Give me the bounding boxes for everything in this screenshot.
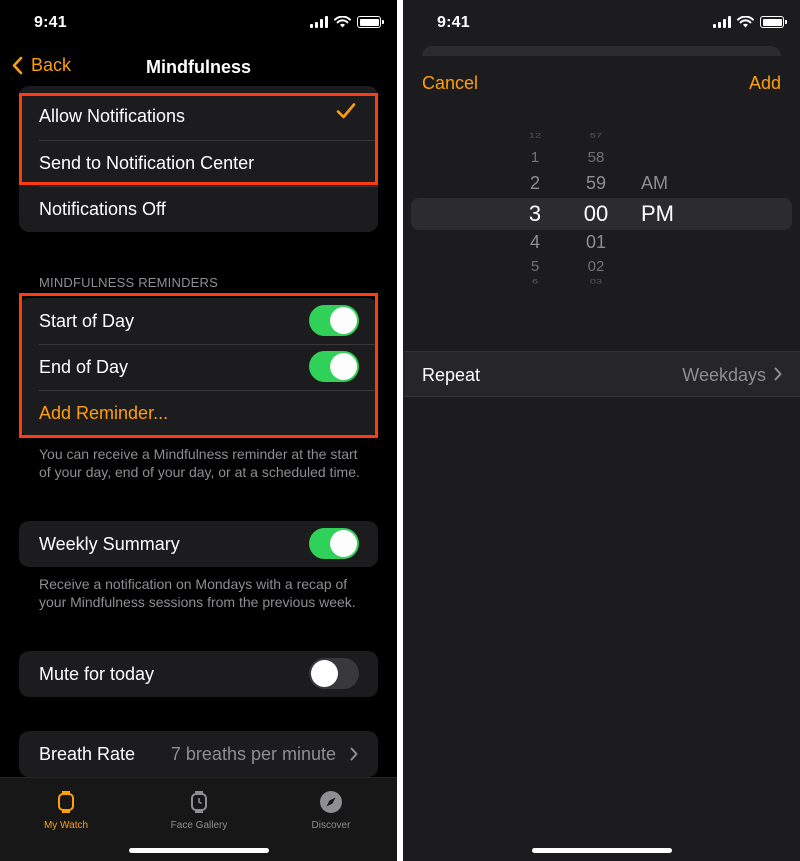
time-picker[interactable]: 12 1 2 3 4 5 6 57 58 59 00 01 02 03 AM P… — [403, 126, 800, 306]
picker-hour: 6 — [531, 278, 539, 286]
picker-hour: 4 — [529, 232, 540, 252]
option-notifications-off[interactable]: Notifications Off — [19, 186, 378, 232]
tab-my-watch[interactable]: My Watch — [6, 790, 126, 831]
picker-minute-selected: 00 — [583, 201, 609, 226]
picker-minute: 02 — [587, 258, 605, 275]
tab-label: Face Gallery — [170, 820, 228, 831]
tab-discover[interactable]: Discover — [271, 790, 391, 831]
repeat-row[interactable]: Repeat Weekdays — [403, 351, 800, 397]
watch-face-icon — [191, 791, 207, 813]
breath-rate-row[interactable]: Breath Rate 7 breaths per minute — [19, 731, 378, 777]
highlight-box — [19, 93, 378, 185]
picker-hour: 12 — [528, 132, 542, 140]
option-label: Notifications Off — [39, 198, 166, 219]
reminders-footer: You can receive a Mindfulness reminder a… — [39, 446, 360, 480]
wifi-icon — [334, 16, 351, 28]
picker-minute: 01 — [585, 232, 607, 252]
tab-face-gallery[interactable]: Face Gallery — [139, 790, 259, 831]
add-reminder-sheet: Cancel Add 12 1 2 3 4 5 6 57 58 59 00 01… — [403, 56, 800, 861]
picker-minute: 59 — [585, 173, 607, 193]
mute-card: Mute for today — [19, 651, 378, 697]
chevron-right-icon — [350, 747, 358, 761]
mute-toggle[interactable] — [309, 658, 359, 689]
right-phone-screen: 9:41 Cancel Add 12 1 2 3 4 5 6 57 58 59 … — [403, 0, 800, 861]
row-label: Weekly Summary — [39, 533, 180, 554]
picker-hour: 2 — [529, 173, 540, 193]
status-bar: 9:41 — [403, 0, 800, 46]
tab-bar: My Watch Face Gallery Discover — [0, 777, 397, 861]
row-label: Breath Rate — [39, 743, 136, 764]
cellular-signal-icon — [310, 16, 328, 28]
row-label: Mute for today — [39, 663, 155, 684]
left-phone-screen: 9:41 Back Mindfulness Allow Notification… — [0, 0, 397, 861]
picker-minute: 58 — [587, 149, 605, 166]
picker-hour: 1 — [530, 149, 540, 166]
weekly-summary-toggle[interactable] — [309, 528, 359, 559]
weekly-summary-card: Weekly Summary — [19, 521, 378, 567]
home-indicator — [128, 848, 269, 853]
status-time: 9:41 — [437, 14, 470, 31]
tab-label: Discover — [311, 820, 351, 831]
picker-am[interactable]: AM — [641, 173, 668, 194]
weekly-summary-row: Weekly Summary — [19, 521, 378, 567]
highlight-box — [19, 293, 378, 438]
picker-hour-selected: 3 — [528, 201, 542, 226]
picker-pm-selected[interactable]: PM — [641, 201, 674, 227]
picker-hour: 5 — [530, 258, 540, 275]
battery-icon — [760, 16, 787, 28]
status-time: 9:41 — [34, 14, 67, 31]
repeat-value: Weekdays — [682, 365, 766, 385]
repeat-label: Repeat — [422, 365, 481, 385]
tab-label: My Watch — [43, 820, 89, 831]
watch-outline-icon — [58, 791, 74, 813]
breath-rate-card: Breath Rate 7 breaths per minute — [19, 731, 378, 777]
page-title: Mindfulness — [145, 57, 251, 77]
nav-bar: Back Mindfulness — [0, 46, 397, 90]
chevron-right-icon — [774, 367, 782, 381]
battery-icon — [357, 16, 384, 28]
picker-minute: 03 — [589, 278, 603, 286]
compass-icon — [320, 791, 342, 813]
add-button[interactable]: Add — [749, 73, 781, 94]
status-bar: 9:41 — [0, 0, 397, 46]
wifi-icon — [737, 16, 754, 28]
reminders-section-header: MINDFULNESS REMINDERS — [39, 275, 218, 290]
home-indicator — [531, 848, 672, 853]
breath-rate-value: 7 breaths per minute — [170, 743, 336, 764]
picker-minute: 57 — [589, 132, 603, 140]
weekly-summary-footer: Receive a notification on Mondays with a… — [39, 576, 356, 610]
cancel-button[interactable]: Cancel — [422, 73, 478, 94]
mute-row: Mute for today — [19, 651, 378, 697]
cellular-signal-icon — [713, 16, 731, 28]
